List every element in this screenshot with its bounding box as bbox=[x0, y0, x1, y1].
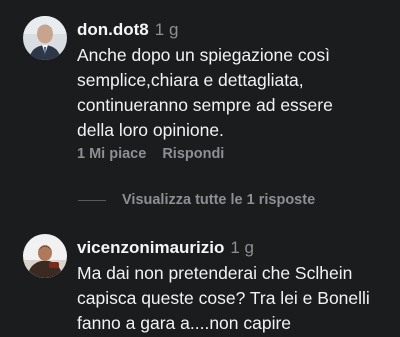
likes-count[interactable]: 1 Mi piace bbox=[77, 146, 146, 162]
username[interactable]: don.dot8 bbox=[77, 20, 149, 39]
comment-text: Ma dai non pretenderai che Sclhein capis… bbox=[77, 263, 370, 333]
comment-thread: don.dot8 1 g Anche dopo un spiegazione co… bbox=[0, 0, 400, 337]
comment-actions: 1 Mi piace Rispondi bbox=[77, 146, 224, 162]
divider bbox=[78, 199, 106, 201]
comment-header: don.dot8 1 g bbox=[77, 20, 178, 40]
timestamp: 1 g bbox=[154, 20, 179, 39]
timestamp: 1 g bbox=[230, 238, 255, 257]
view-replies-button[interactable]: Visualizza tutte le 1 risposte bbox=[78, 190, 315, 210]
reply-button[interactable]: Rispondi bbox=[162, 146, 224, 162]
view-replies-label: Visualizza tutte le 1 risposte bbox=[122, 192, 316, 208]
username[interactable]: vicenzonimaurizio bbox=[77, 238, 224, 257]
profile-photo-icon bbox=[23, 16, 67, 60]
avatar[interactable] bbox=[23, 234, 67, 278]
profile-photo-icon bbox=[23, 234, 67, 278]
comment-header: vicenzonimaurizio 1 g bbox=[77, 238, 254, 258]
avatar[interactable] bbox=[23, 16, 67, 60]
comment-text: Anche dopo un spiegazione così semplice,… bbox=[77, 45, 333, 140]
